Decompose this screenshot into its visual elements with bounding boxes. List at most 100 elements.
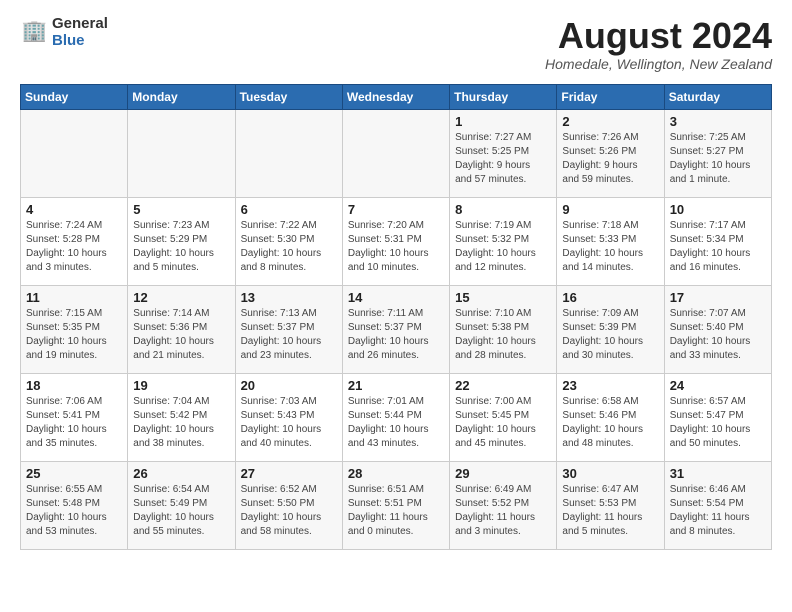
day-info: Sunrise: 7:13 AM Sunset: 5:37 PM Dayligh… <box>241 307 337 363</box>
calendar-cell: 21 Sunrise: 7:01 AM Sunset: 5:44 PM Dayli… <box>342 373 449 461</box>
day-info: Sunrise: 6:57 AM Sunset: 5:47 PM Dayligh… <box>670 395 766 451</box>
weekday-header-thursday: Thursday <box>450 84 557 109</box>
day-number: 11 <box>26 290 122 305</box>
logo-general-text: General <box>52 16 108 33</box>
day-info: Sunrise: 7:27 AM Sunset: 5:25 PM Dayligh… <box>455 131 551 187</box>
day-number: 8 <box>455 202 551 217</box>
day-number: 9 <box>562 202 658 217</box>
calendar-header: SundayMondayTuesdayWednesdayThursdayFrid… <box>21 84 772 109</box>
location-subtitle: Homedale, Wellington, New Zealand <box>545 56 772 72</box>
day-info: Sunrise: 7:04 AM Sunset: 5:42 PM Dayligh… <box>133 395 229 451</box>
calendar-cell: 13Sunrise: 7:13 AM Sunset: 5:37 PM Dayli… <box>235 285 342 373</box>
calendar-week-2: 4 Sunrise: 7:24 AM Sunset: 5:28 PM Daylig… <box>21 197 772 285</box>
day-number: 7 <box>348 202 444 217</box>
day-number: 20 <box>241 378 337 393</box>
day-number: 12 <box>133 290 229 305</box>
calendar-cell: 31 Sunrise: 6:46 AM Sunset: 5:54 PM Dayli… <box>664 461 771 549</box>
calendar-cell: 2 Sunrise: 7:26 AM Sunset: 5:26 PM Daylig… <box>557 109 664 197</box>
day-number: 16 <box>562 290 658 305</box>
logo: 🏢 General Blue <box>20 16 108 49</box>
calendar-cell <box>128 109 235 197</box>
calendar-cell: 22Sunrise: 7:00 AM Sunset: 5:45 PM Dayli… <box>450 373 557 461</box>
calendar-cell: 20Sunrise: 7:03 AM Sunset: 5:43 PM Dayli… <box>235 373 342 461</box>
calendar-cell: 5 Sunrise: 7:23 AM Sunset: 5:29 PM Daylig… <box>128 197 235 285</box>
calendar-cell <box>342 109 449 197</box>
day-info: Sunrise: 7:01 AM Sunset: 5:44 PM Dayligh… <box>348 395 444 451</box>
weekday-header-monday: Monday <box>128 84 235 109</box>
day-info: Sunrise: 7:23 AM Sunset: 5:29 PM Dayligh… <box>133 219 229 275</box>
day-info: Sunrise: 6:49 AM Sunset: 5:52 PM Dayligh… <box>455 483 551 539</box>
calendar-cell: 30 Sunrise: 6:47 AM Sunset: 5:53 PM Dayli… <box>557 461 664 549</box>
weekday-header-row: SundayMondayTuesdayWednesdayThursdayFrid… <box>21 84 772 109</box>
calendar-cell: 26 Sunrise: 6:54 AM Sunset: 5:49 PM Dayli… <box>128 461 235 549</box>
day-info: Sunrise: 6:47 AM Sunset: 5:53 PM Dayligh… <box>562 483 658 539</box>
calendar-cell: 24 Sunrise: 6:57 AM Sunset: 5:47 PM Dayli… <box>664 373 771 461</box>
calendar-cell: 12Sunrise: 7:14 AM Sunset: 5:36 PM Dayli… <box>128 285 235 373</box>
day-info: Sunrise: 7:00 AM Sunset: 5:45 PM Dayligh… <box>455 395 551 451</box>
day-number: 19 <box>133 378 229 393</box>
day-number: 30 <box>562 466 658 481</box>
day-number: 26 <box>133 466 229 481</box>
day-number: 25 <box>26 466 122 481</box>
day-info: Sunrise: 6:58 AM Sunset: 5:46 PM Dayligh… <box>562 395 658 451</box>
weekday-header-saturday: Saturday <box>664 84 771 109</box>
day-number: 18 <box>26 378 122 393</box>
calendar-body: 1 Sunrise: 7:27 AM Sunset: 5:25 PM Daylig… <box>21 109 772 549</box>
day-info: Sunrise: 7:20 AM Sunset: 5:31 PM Dayligh… <box>348 219 444 275</box>
calendar-cell: 1 Sunrise: 7:27 AM Sunset: 5:25 PM Daylig… <box>450 109 557 197</box>
day-number: 31 <box>670 466 766 481</box>
month-title: August 2024 <box>545 16 772 56</box>
day-number: 6 <box>241 202 337 217</box>
calendar-cell: 6Sunrise: 7:22 AM Sunset: 5:30 PM Daylig… <box>235 197 342 285</box>
day-info: Sunrise: 6:51 AM Sunset: 5:51 PM Dayligh… <box>348 483 444 539</box>
logo-blue-text: Blue <box>52 33 108 50</box>
calendar-table: SundayMondayTuesdayWednesdayThursdayFrid… <box>20 84 772 550</box>
calendar-cell: 27Sunrise: 6:52 AM Sunset: 5:50 PM Dayli… <box>235 461 342 549</box>
calendar-cell <box>235 109 342 197</box>
calendar-week-3: 11 Sunrise: 7:15 AM Sunset: 5:35 PM Dayli… <box>21 285 772 373</box>
day-number: 24 <box>670 378 766 393</box>
calendar-cell <box>21 109 128 197</box>
day-number: 28 <box>348 466 444 481</box>
calendar-cell: 14Sunrise: 7:11 AM Sunset: 5:37 PM Dayli… <box>342 285 449 373</box>
day-number: 14 <box>348 290 444 305</box>
calendar-cell: 10 Sunrise: 7:17 AM Sunset: 5:34 PM Dayli… <box>664 197 771 285</box>
calendar-cell: 4 Sunrise: 7:24 AM Sunset: 5:28 PM Daylig… <box>21 197 128 285</box>
calendar-cell: 28 Sunrise: 6:51 AM Sunset: 5:51 PM Dayli… <box>342 461 449 549</box>
day-info: Sunrise: 7:09 AM Sunset: 5:39 PM Dayligh… <box>562 307 658 363</box>
calendar-cell: 18 Sunrise: 7:06 AM Sunset: 5:41 PM Dayli… <box>21 373 128 461</box>
day-info: Sunrise: 7:06 AM Sunset: 5:41 PM Dayligh… <box>26 395 122 451</box>
day-info: Sunrise: 6:54 AM Sunset: 5:49 PM Dayligh… <box>133 483 229 539</box>
calendar-cell: 16 Sunrise: 7:09 AM Sunset: 5:39 PM Dayli… <box>557 285 664 373</box>
day-info: Sunrise: 7:24 AM Sunset: 5:28 PM Dayligh… <box>26 219 122 275</box>
day-number: 4 <box>26 202 122 217</box>
logo-text: General Blue <box>52 16 108 49</box>
weekday-header-wednesday: Wednesday <box>342 84 449 109</box>
calendar-cell: 23 Sunrise: 6:58 AM Sunset: 5:46 PM Dayli… <box>557 373 664 461</box>
calendar-week-5: 25Sunrise: 6:55 AM Sunset: 5:48 PM Dayli… <box>21 461 772 549</box>
weekday-header-friday: Friday <box>557 84 664 109</box>
day-info: Sunrise: 7:25 AM Sunset: 5:27 PM Dayligh… <box>670 131 766 187</box>
calendar-cell: 8Sunrise: 7:19 AM Sunset: 5:32 PM Daylig… <box>450 197 557 285</box>
day-number: 23 <box>562 378 658 393</box>
calendar-week-1: 1 Sunrise: 7:27 AM Sunset: 5:25 PM Daylig… <box>21 109 772 197</box>
day-number: 17 <box>670 290 766 305</box>
day-number: 21 <box>348 378 444 393</box>
day-number: 10 <box>670 202 766 217</box>
calendar-cell: 29Sunrise: 6:49 AM Sunset: 5:52 PM Dayli… <box>450 461 557 549</box>
calendar-cell: 19 Sunrise: 7:04 AM Sunset: 5:42 PM Dayli… <box>128 373 235 461</box>
page-header: 🏢 General Blue August 2024 Homedale, Wel… <box>20 16 772 72</box>
day-number: 2 <box>562 114 658 129</box>
day-number: 1 <box>455 114 551 129</box>
logo-icon: 🏢 <box>20 19 48 47</box>
calendar-cell: 7 Sunrise: 7:20 AM Sunset: 5:31 PM Daylig… <box>342 197 449 285</box>
day-info: Sunrise: 7:10 AM Sunset: 5:38 PM Dayligh… <box>455 307 551 363</box>
calendar-cell: 9Sunrise: 7:18 AM Sunset: 5:33 PM Daylig… <box>557 197 664 285</box>
day-number: 15 <box>455 290 551 305</box>
day-info: Sunrise: 7:26 AM Sunset: 5:26 PM Dayligh… <box>562 131 658 187</box>
day-number: 5 <box>133 202 229 217</box>
day-info: Sunrise: 7:17 AM Sunset: 5:34 PM Dayligh… <box>670 219 766 275</box>
day-info: Sunrise: 7:15 AM Sunset: 5:35 PM Dayligh… <box>26 307 122 363</box>
day-info: Sunrise: 6:46 AM Sunset: 5:54 PM Dayligh… <box>670 483 766 539</box>
day-number: 27 <box>241 466 337 481</box>
